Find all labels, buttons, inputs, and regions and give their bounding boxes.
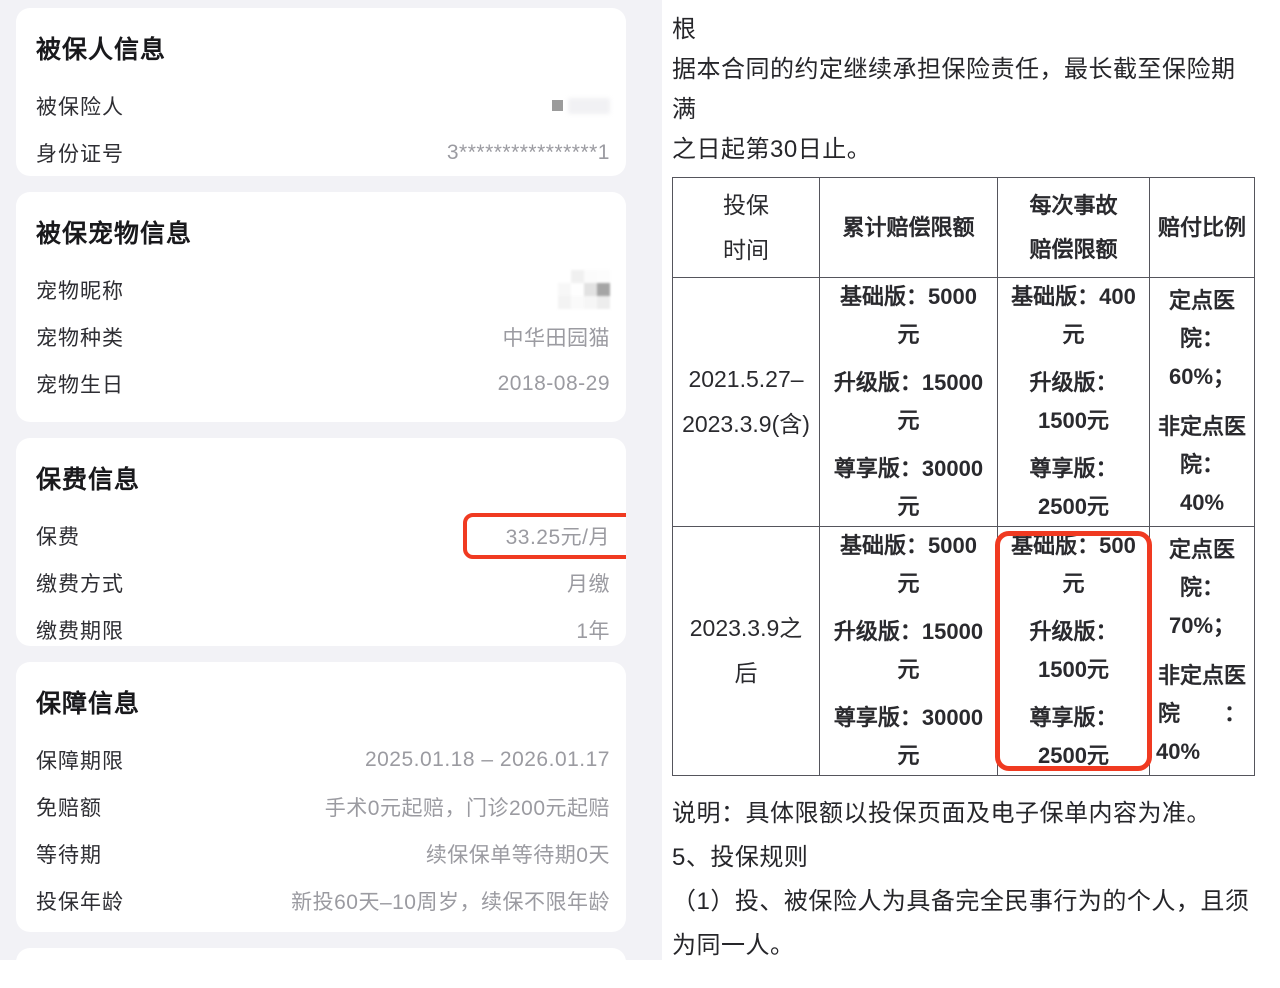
compensation-limit-table: 投保 时间 累计赔偿限额 每次事故 赔偿限额 赔付比例 2021.5.27– 2… [672, 177, 1255, 776]
cell-cumulative-2023: 基础版：5000 元 升级版：15000 元 尊享版：30000 元 [820, 527, 998, 776]
redaction-blur [568, 98, 610, 114]
id-number-value: 3****************1 [447, 141, 610, 165]
insured-person-card: 被保人信息 被保险人 身份证号 3****************1 [16, 8, 626, 176]
header-cumulative-limit: 累计赔偿限额 [820, 178, 998, 278]
clause-line-clipped: 保险期间届满前被保险人提出续保申请的，保险人将根 [672, 0, 1254, 50]
table-row-2023: 2023.3.9之 后 基础版：5000 元 升级版：15000 元 尊享版：3… [673, 527, 1255, 776]
payment-term-label: 缴费期限 [36, 615, 124, 645]
coverage-card-title: 保障信息 [36, 684, 610, 720]
insured-name-redacted-value [552, 98, 610, 114]
insurable-age-value: 新投60天–10周岁，续保不限年龄 [291, 886, 610, 916]
policy-summary-pane: 被保人信息 被保险人 身份证号 3****************1 被保宠物信… [0, 0, 662, 960]
pet-nickname-redacted-value [558, 270, 610, 309]
pet-species-label: 宠物种类 [36, 322, 124, 352]
deductible-value: 手术0元起赔，门诊200元起赔 [325, 792, 610, 822]
table-note: 说明：具体限额以投保页面及电子保单内容为准。 [672, 792, 1254, 836]
premium-label: 保费 [36, 521, 80, 551]
payment-term-row: 缴费期限 1年 [36, 606, 610, 646]
insurable-age-row: 投保年龄 新投60天–10周岁，续保不限年龄 [36, 877, 610, 924]
table-header-row: 投保 时间 累计赔偿限额 每次事故 赔偿限额 赔付比例 [673, 178, 1255, 278]
pet-birthday-row: 宠物生日 2018-08-29 [36, 360, 610, 407]
coverage-period-row: 保障期限 2025.01.18 – 2026.01.17 [36, 736, 610, 783]
header-policy-time: 投保 时间 [673, 178, 820, 278]
pet-card-title: 被保宠物信息 [36, 214, 610, 250]
next-card-partial [16, 948, 626, 988]
payment-method-value: 月缴 [567, 568, 610, 598]
redaction-mosaic [558, 270, 610, 309]
cell-time-2023: 2023.3.9之 后 [673, 527, 820, 776]
cell-per-accident-2021: 基础版：400 元 升级版： 1500元 尊享版： 2500元 [998, 278, 1150, 527]
insured-pet-card: 被保宠物信息 宠物昵称 宠物种类 中华田园猫 宠物生日 2018-08-29 [16, 192, 626, 422]
payment-method-label: 缴费方式 [36, 568, 124, 598]
redaction-square [552, 100, 563, 111]
insurable-age-label: 投保年龄 [36, 886, 124, 916]
cell-cumulative-2021: 基础版：5000 元 升级版：15000 元 尊享版：30000 元 [820, 278, 998, 527]
waiting-period-label: 等待期 [36, 839, 102, 869]
pet-species-value: 中华田园猫 [503, 322, 611, 352]
pet-birthday-label: 宠物生日 [36, 369, 124, 399]
insured-name-label: 被保险人 [36, 91, 124, 121]
cell-ratio-2023: 定点医 院： 70%； 非定点医 院 ： 40% [1150, 527, 1255, 776]
insured-name-row: 被保险人 [36, 82, 610, 129]
clause-line-2: 据本合同的约定继续承担保险责任，最长截至保险期满 [672, 50, 1254, 130]
payment-method-row: 缴费方式 月缴 [36, 559, 610, 606]
section-5-title: 5、投保规则 [672, 836, 1254, 880]
coverage-period-label: 保障期限 [36, 745, 124, 775]
waiting-period-value: 续保保单等待期0天 [426, 839, 610, 869]
cell-ratio-2021: 定点医 院： 60%； 非定点医 院： 40% [1150, 278, 1255, 527]
premium-card: 保费信息 保费 33.25元/月 缴费方式 月缴 缴费期限 1年 [16, 438, 626, 646]
insured-card-title: 被保人信息 [36, 30, 610, 66]
id-number-label: 身份证号 [36, 138, 124, 168]
pet-nickname-row: 宠物昵称 [36, 266, 610, 313]
deductible-row: 免赔额 手术0元起赔，门诊200元起赔 [36, 783, 610, 830]
rule-2: （2）本产品仅限宠物主本人购买，同一时间段同一宠物犬或宠物猫限投保1份，多投保无… [672, 956, 1254, 960]
pet-birthday-value: 2018-08-29 [498, 372, 610, 396]
premium-highlight-annotation [463, 513, 626, 559]
coverage-period-value: 2025.01.18 – 2026.01.17 [365, 748, 610, 772]
table-row-2021: 2021.5.27– 2023.3.9(含) 基础版：5000 元 升级版：15… [673, 278, 1255, 527]
pet-species-row: 宠物种类 中华田园猫 [36, 313, 610, 360]
id-number-row: 身份证号 3****************1 [36, 129, 610, 176]
cell-per-accident-2023: 基础版：500 元 升级版： 1500元 尊享版： 2500元 [998, 527, 1150, 776]
waiting-period-row: 等待期 续保保单等待期0天 [36, 830, 610, 877]
cell-time-2021: 2021.5.27– 2023.3.9(含) [673, 278, 820, 527]
header-per-accident-limit: 每次事故 赔偿限额 [998, 178, 1150, 278]
payment-term-value: 1年 [576, 615, 610, 645]
premium-card-title: 保费信息 [36, 460, 610, 496]
coverage-card: 保障信息 保障期限 2025.01.18 – 2026.01.17 免赔额 手术… [16, 662, 626, 932]
deductible-label: 免赔额 [36, 792, 102, 822]
rule-1: （1）投、被保险人为具备完全民事行为的个人，且须为同一人。 [672, 880, 1254, 960]
pet-nickname-label: 宠物昵称 [36, 275, 124, 305]
renewal-clause-paragraph: 保险期间届满前被保险人提出续保申请的，保险人将根 据本合同的约定继续承担保险责任… [672, 0, 1254, 170]
header-payout-ratio: 赔付比例 [1150, 178, 1255, 278]
clause-line-3: 之日起第30日止。 [672, 130, 1254, 170]
premium-row: 保费 33.25元/月 [36, 512, 610, 559]
terms-document-pane: 保险期间届满前被保险人提出续保申请的，保险人将根 据本合同的约定继续承担保险责任… [662, 0, 1280, 960]
